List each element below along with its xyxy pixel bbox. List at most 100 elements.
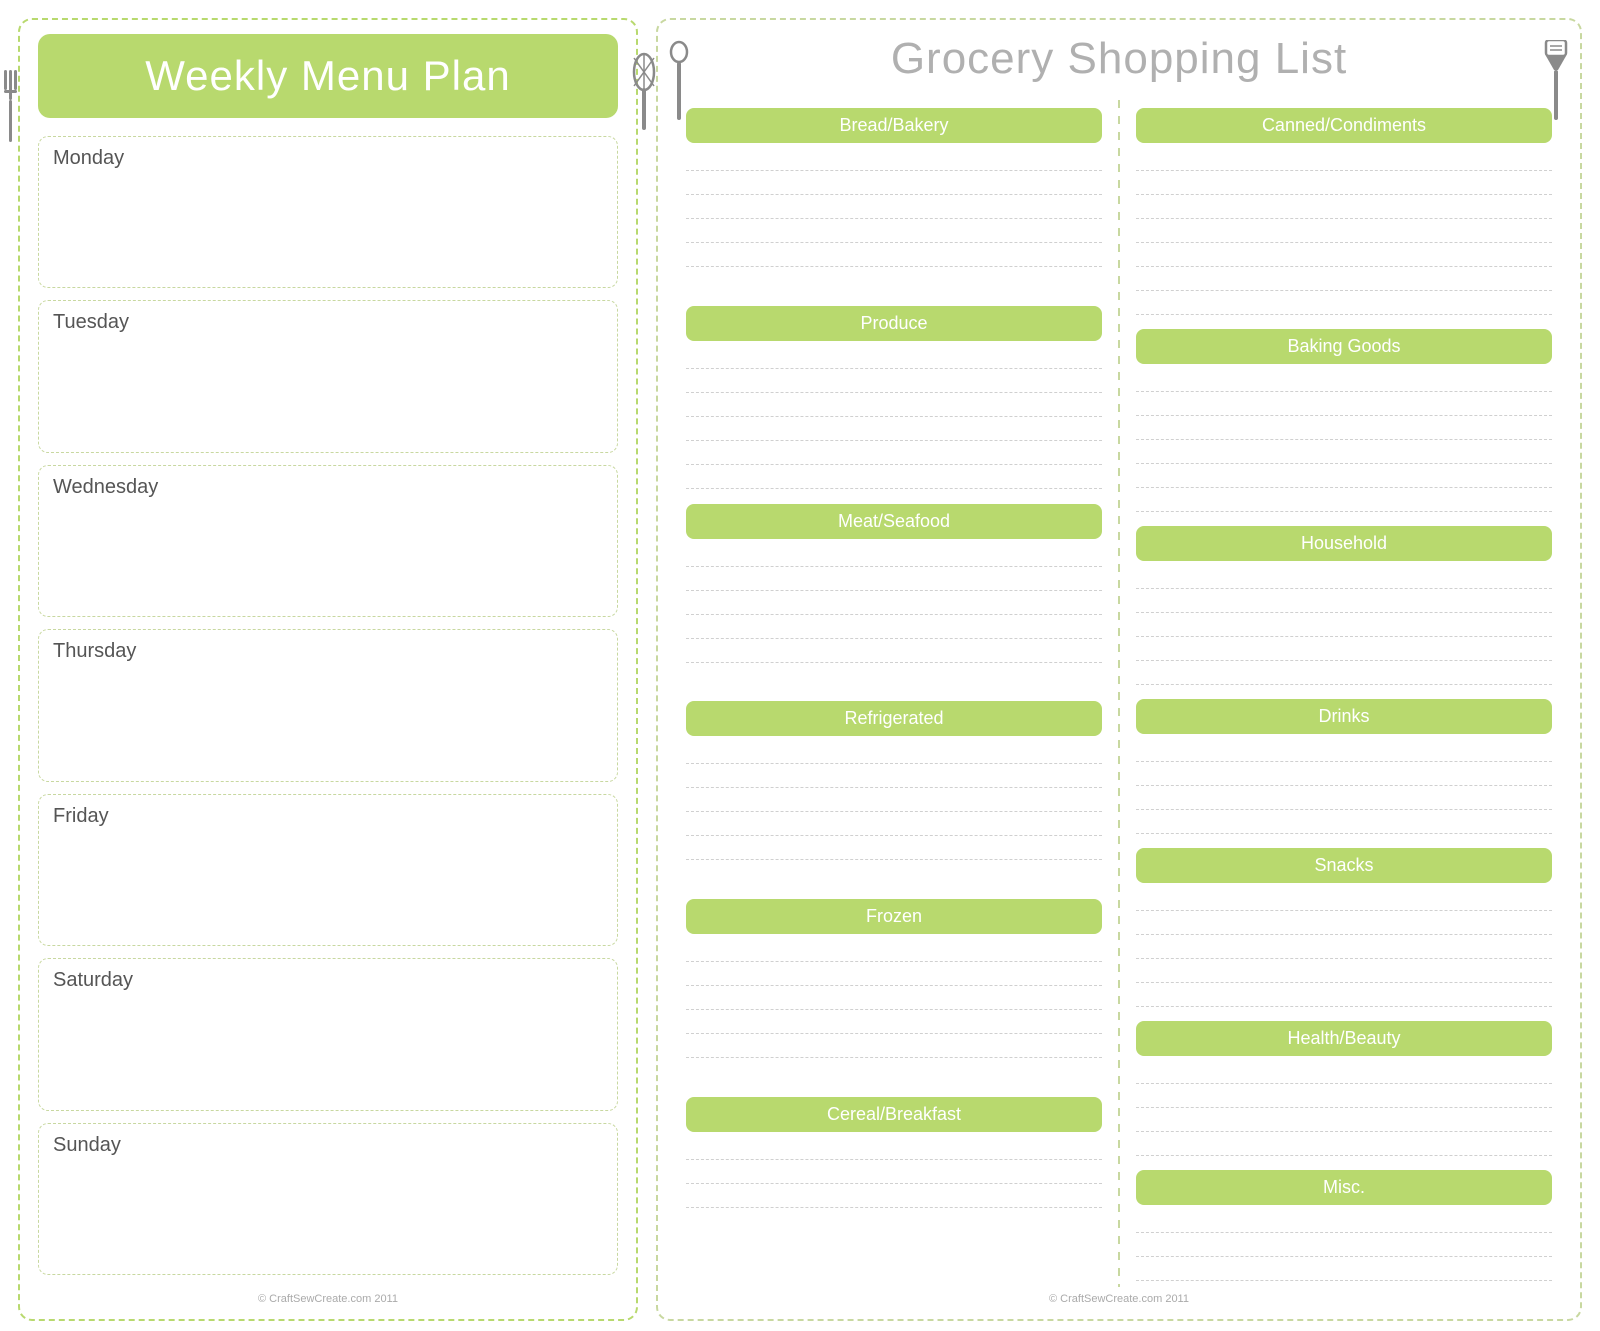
grocery-line [686,988,1102,1010]
grocery-line [686,617,1102,639]
page-wrapper: Weekly Menu Plan Monday Tuesday Wednesda… [0,0,1600,1331]
grocery-line [1136,889,1552,911]
grocery-line [1136,221,1552,243]
lines-bread [686,149,1102,294]
day-label-sunday: Sunday [53,1134,121,1156]
category-produce: Produce [686,306,1102,341]
grocery-line [1136,466,1552,488]
grocery-col-left: Bread/Bakery Produce Meat [676,100,1112,1287]
category-bread-bakery: Bread/Bakery [686,108,1102,143]
grocery-line [686,1036,1102,1058]
grocery-line [1136,1086,1552,1108]
lines-meat [686,545,1102,690]
grocery-columns: Bread/Bakery Produce Meat [676,100,1562,1287]
grocery-line [686,371,1102,393]
lines-canned [1136,149,1552,317]
grocery-line [686,766,1102,788]
grocery-line [1136,913,1552,935]
lines-drinks [1136,740,1552,836]
lines-produce [686,347,1102,492]
lines-misc [1136,1211,1552,1283]
grocery-line [1136,245,1552,267]
category-cereal: Cereal/Breakfast [686,1097,1102,1132]
grocery-line [686,940,1102,962]
grocery-line [1136,961,1552,983]
grocery-line [1136,197,1552,219]
grocery-line [686,149,1102,171]
grocery-line [1136,394,1552,416]
grocery-line [686,964,1102,986]
grocery-line [686,838,1102,860]
menu-plan-title: Weekly Menu Plan [145,52,510,100]
grocery-line [686,593,1102,615]
menu-header: Weekly Menu Plan [38,34,618,118]
lines-frozen [686,940,1102,1085]
lines-snacks [1136,889,1552,1009]
grocery-line [686,814,1102,836]
grocery-line [1136,788,1552,810]
grocery-line [1136,1211,1552,1233]
grocery-header: Grocery Shopping List [676,34,1562,84]
grocery-line [686,1162,1102,1184]
grocery-line [1136,615,1552,637]
copyright-right: © CraftSewCreate.com 2011 [676,1293,1562,1309]
grocery-line [686,790,1102,812]
grocery-line [1136,812,1552,834]
category-meat-seafood: Meat/Seafood [686,504,1102,539]
day-box-monday: Monday [38,136,618,288]
grocery-line [686,1138,1102,1160]
day-label-tuesday: Tuesday [53,311,129,333]
day-label-wednesday: Wednesday [53,476,158,498]
day-label-monday: Monday [53,147,124,169]
category-drinks: Drinks [1136,699,1552,734]
grocery-line [686,173,1102,195]
day-label-friday: Friday [53,805,109,827]
whisk-icon-right [630,50,658,135]
grocery-line [686,395,1102,417]
grocery-line [1136,370,1552,392]
category-health-beauty: Health/Beauty [1136,1021,1552,1056]
grocery-line [686,1012,1102,1034]
grocery-line [1136,149,1552,171]
grocery-line [1136,1062,1552,1084]
grocery-line [1136,1235,1552,1257]
day-box-wednesday: Wednesday [38,465,618,617]
category-household: Household [1136,526,1552,561]
grocery-line [1136,418,1552,440]
day-box-thursday: Thursday [38,629,618,781]
day-box-friday: Friday [38,794,618,946]
column-divider [1118,100,1120,1287]
lines-household [1136,567,1552,687]
grocery-line [1136,985,1552,1007]
grocery-line [686,443,1102,465]
grocery-line [1136,269,1552,291]
lines-refrigerated [686,742,1102,887]
grocery-line [686,641,1102,663]
grocery-line [1136,442,1552,464]
category-canned: Canned/Condiments [1136,108,1552,143]
grocery-line [1136,663,1552,685]
grocery-line [686,545,1102,567]
grocery-line [686,245,1102,267]
lines-cereal [686,1138,1102,1283]
grocery-line [686,347,1102,369]
category-snacks: Snacks [1136,848,1552,883]
category-baking: Baking Goods [1136,329,1552,364]
category-refrigerated: Refrigerated [686,701,1102,736]
grocery-line [1136,1134,1552,1156]
grocery-line [1136,293,1552,315]
grocery-line [1136,639,1552,661]
day-label-thursday: Thursday [53,640,136,662]
grocery-line [686,742,1102,764]
grocery-line [686,467,1102,489]
grocery-line [1136,1110,1552,1132]
day-box-saturday: Saturday [38,958,618,1110]
grocery-line [1136,1259,1552,1281]
grocery-col-right: Canned/Condiments Baking Goods [1126,100,1562,1287]
grocery-line [1136,937,1552,959]
grocery-line [686,419,1102,441]
lines-baking [1136,370,1552,514]
day-box-tuesday: Tuesday [38,300,618,452]
grocery-line [686,569,1102,591]
grocery-line [1136,173,1552,195]
